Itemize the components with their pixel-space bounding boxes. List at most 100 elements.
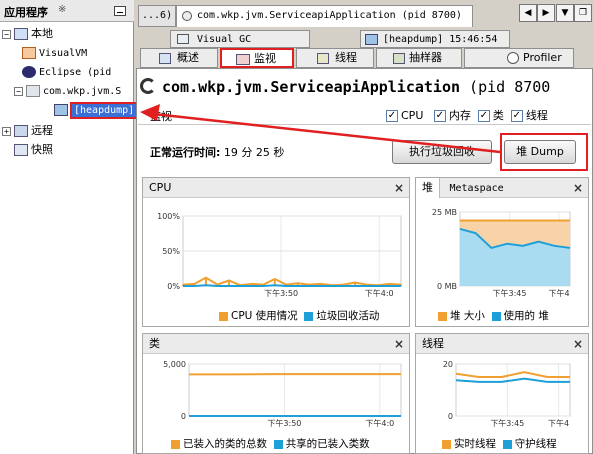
collapse-icon[interactable]: − [2,29,11,39]
tree-item-app[interactable]: − com.wkp.jvm.S [14,84,121,100]
java-app-icon [26,85,40,97]
tab-monitor[interactable]: 监视 [220,48,294,68]
heapdump-icon [54,104,68,116]
tab-overview[interactable]: 概述 [140,48,218,68]
expand-icon[interactable]: + [2,126,11,136]
y-tick-label: 20 [443,360,453,369]
uptime: 正常运行时间: 19 分 25 秒 [150,144,284,160]
loading-icon [140,78,156,94]
check-cpu[interactable]: ✓ CPU [386,109,423,122]
tree-item-eclipse[interactable]: Eclipse (pid [22,65,111,81]
cpu-panel-header: CPU × [143,178,409,198]
sampler-icon [393,52,405,64]
classes-chart: 5,000 0 下午3:50 下午4:0 [163,360,402,428]
close-icon[interactable]: × [394,334,404,354]
monitor-label: 监视 [150,110,172,123]
tab-label: 线程 [335,51,357,64]
tab-list-button[interactable]: ▼ [556,4,574,22]
tab-heap[interactable]: 堆 [416,178,440,198]
check-threads[interactable]: ✓ 线程 [510,109,548,122]
overview-icon [159,52,171,64]
cpu-chart: 100% 50% 0% 下午3:50 下午4:0 [157,212,402,298]
tab-app[interactable]: com.wkp.jvm.ServiceapiApplication (pid 8… [176,5,473,27]
legend-swatch [442,439,451,449]
scroll-right-button[interactable]: ▶ [537,4,555,22]
panel-title: 线程 [422,337,444,350]
close-icon[interactable]: × [573,334,583,354]
collapse-icon[interactable]: − [14,86,23,96]
threads-panel-header: 线程 × [416,334,588,354]
uptime-label: 正常运行时间: [150,146,221,159]
close-icon[interactable]: × [394,178,404,198]
x-tick-label: 下午4 [548,418,569,428]
classes-panel-header: 类 × [143,334,409,354]
x-tick-label: 下午4 [548,288,569,298]
check-classes[interactable]: ✓ 类 [477,109,504,122]
tree-item-label: 快照 [31,143,53,156]
restore-icon[interactable]: ❐ [574,4,592,22]
plot-area [455,363,571,417]
legend-swatch [438,311,447,321]
checkbox[interactable]: ✓ [477,110,490,122]
computer-icon [14,28,28,40]
legend-swatch [171,439,180,449]
snapshot-icon [14,144,28,156]
tree-item-label: com.wkp.jvm.S [43,86,122,97]
y-tick-label: 0 [448,412,453,421]
legend-label: CPU 使用情况 [231,310,298,322]
tab-visual-gc[interactable]: Visual GC [170,30,310,48]
tab-label: 抽样器 [409,51,442,64]
divider [138,124,591,125]
heap-dump-button[interactable]: 堆 Dump [504,140,576,164]
check-memory[interactable]: ✓ 内存 [433,109,471,122]
tree-item-heapdump[interactable] [54,103,71,119]
applications-panel: 应用程序 ※ − 本地 VisualVM Eclipse (pid − com.wk… [0,0,134,454]
legend-label: 使用的 堆 [503,310,549,322]
classes-legend: 已装入的类的总数 共享的已装入类数 [171,436,370,451]
y-tick-label: 0 [181,412,186,421]
checkbox[interactable]: ✓ [386,110,398,122]
legend-label: 垃圾回收活动 [316,310,380,322]
legend-label: 共享的已装入类数 [285,438,370,450]
close-icon[interactable]: × [573,178,583,198]
minimize-icon[interactable] [114,6,126,16]
monitor-checkboxes: ✓ CPU ✓ 内存 ✓ 类 ✓ 线程 [386,107,548,123]
chart-icon [177,34,189,44]
checkbox[interactable]: ✓ [433,110,446,122]
perform-gc-button[interactable]: 执行垃圾回收 [392,140,492,164]
monitor-icon [236,53,250,65]
scroll-left-button[interactable]: ◀ [519,4,537,22]
tree-item-remote[interactable]: + 远程 [2,123,53,139]
panel-title: 类 [149,337,160,350]
tab-overflow[interactable]: ...6) [138,5,176,27]
app-tab-label: com.wkp.jvm.ServiceapiApplication (pid 8… [197,10,462,21]
remote-icon [14,125,28,137]
tab-heapdump[interactable]: [heapdump] 15:46:54 [360,30,510,48]
threads-panel: 线程 × 20 0 下午3:45 下午4 实时线程 守护线程 [415,333,589,454]
y-tick-label: 100% [157,212,180,221]
x-tick-label: 下午3:45 [490,418,524,428]
tree-item-visualvm[interactable]: VisualVM [22,46,87,62]
uptime-value: 19 分 25 秒 [223,146,285,159]
check-label: 类 [492,109,504,122]
tree-item-local[interactable]: − 本地 [2,26,53,42]
tree-item-label: 远程 [31,124,53,137]
tab-sampler[interactable]: 抽样器 [376,48,462,68]
legend-swatch [304,311,314,321]
legend-swatch [219,311,228,321]
checkbox[interactable]: ✓ [510,110,523,122]
clock-icon [507,52,519,64]
legend-label: 已装入的类的总数 [183,438,267,450]
plot-area [188,363,402,417]
heapdump-selected-label[interactable]: [heapdump] [70,102,138,119]
tab-threads[interactable]: 线程 [296,48,374,68]
x-tick-label: 下午3:45 [493,288,527,298]
heap-chart: 25 MB 0 MB 下午3:45 下午4 [432,208,571,298]
tree-item-snapshots[interactable]: 快照 [14,142,53,158]
tab-label: [heapdump] 15:46:54 [383,34,498,45]
tab-label: Profiler [523,51,562,64]
panel-close-mark[interactable]: ※ [58,4,66,15]
tab-profiler[interactable]: Profiler [464,48,574,68]
tab-metaspace[interactable]: Metaspace [450,183,504,194]
app-title: com.wkp.jvm.ServiceapiApplication (pid 8… [162,78,550,96]
